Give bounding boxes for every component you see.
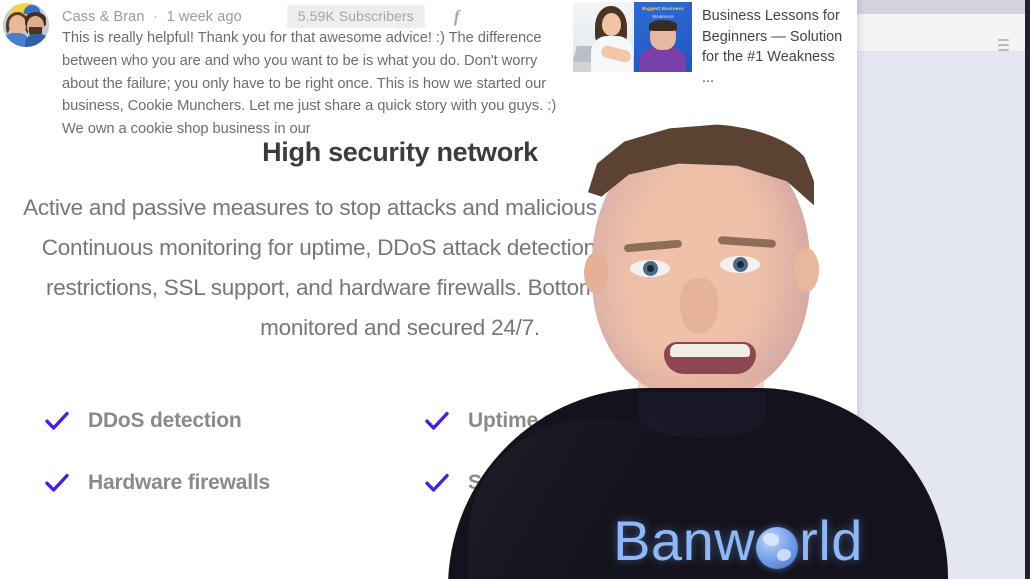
thumbnail-overlay-line2: Weakness: [652, 14, 674, 19]
video-thumbnail[interactable]: Biggest Business Weakness: [573, 2, 692, 72]
related-video-title[interactable]: Business Lessons for Beginners — Solutio…: [702, 2, 848, 88]
comment-author[interactable]: Cass & Bran: [62, 9, 145, 25]
feature-item-uptime-monitoring: Uptime mo: [424, 408, 575, 434]
page-card: Cass & Bran · 1 week ago 5.59K Subscribe…: [0, 0, 857, 579]
feature-item-ddos-detection: DDoS detection: [44, 408, 424, 434]
feature-label: SSL s: [468, 471, 525, 494]
comment-meta: Cass & Bran · 1 week ago 5.59K Subscribe…: [62, 5, 460, 28]
feature-label: Hardware firewalls: [88, 471, 270, 494]
feature-row: Hardware firewalls SSL s: [44, 470, 834, 496]
text-cursor: [615, 288, 622, 305]
feature-list: DDoS detection Uptime mo Hardware firewa: [44, 408, 834, 532]
slide-heading: High security network: [262, 137, 538, 167]
avatar[interactable]: [3, 3, 49, 47]
comment-block: Cass & Bran · 1 week ago 5.59K Subscribe…: [0, 0, 857, 137]
feature-label: Uptime mo: [468, 409, 575, 432]
comment-body-text: This is really helpful! Thank you for th…: [62, 30, 557, 138]
feature-label: DDoS detection: [88, 409, 242, 432]
thumbnail-overlay-line1: Biggest Business: [642, 6, 684, 11]
slide-paragraph: Active and passive measures to stop atta…: [23, 195, 777, 340]
feature-item-hardware-firewalls: Hardware firewalls: [44, 470, 424, 496]
feature-item-ssl-support: SSL s: [424, 470, 525, 496]
check-icon: [44, 470, 70, 496]
check-icon: [44, 408, 70, 434]
related-video-card[interactable]: Biggest Business Weakness Business Lesso…: [573, 0, 857, 86]
facebook-icon[interactable]: f: [454, 7, 460, 27]
comment-timestamp: 1 week ago: [166, 8, 242, 25]
hamburger-menu-icon[interactable]: [998, 39, 1009, 51]
check-icon: [424, 408, 450, 434]
feature-row: DDoS detection Uptime mo: [44, 408, 834, 434]
meta-separator: ·: [153, 8, 158, 23]
check-icon: [424, 470, 450, 496]
screen-right-edge: [1025, 0, 1030, 579]
subscribers-badge: 5.59K Subscribers: [286, 5, 425, 28]
